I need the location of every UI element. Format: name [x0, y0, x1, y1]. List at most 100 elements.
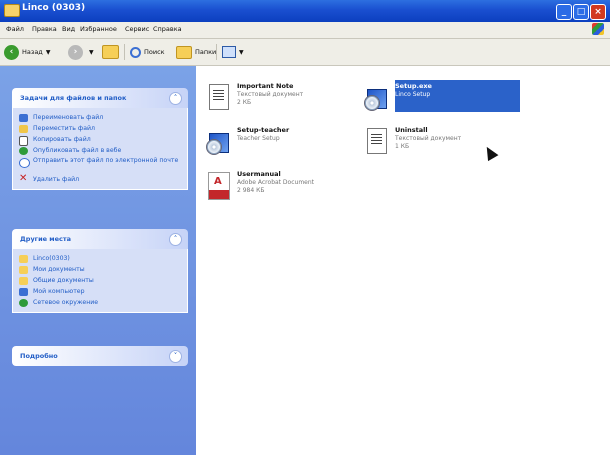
file-type: Текстовый документ: [395, 135, 462, 142]
file-name: Usermanual: [237, 170, 281, 178]
task-publish[interactable]: Опубликовать файл в вебе: [19, 145, 181, 156]
windows-logo-icon: [592, 23, 604, 35]
pdf-icon: A: [204, 170, 232, 202]
forward-button[interactable]: › ▼: [68, 43, 94, 61]
mouse-cursor-icon: [481, 143, 499, 162]
place-my-computer[interactable]: Мой компьютер: [19, 286, 181, 297]
task-label: Переместить файл: [33, 125, 95, 132]
chevron-down-icon: ▼: [239, 48, 244, 56]
search-label: Поиск: [144, 48, 165, 56]
file-name: Important Note: [237, 82, 294, 90]
chevron-down-icon: ▼: [45, 48, 51, 56]
file-tasks-header[interactable]: Задачи для файлов и папок ˄: [12, 88, 188, 108]
text-document-icon: [204, 82, 232, 114]
close-button[interactable]: ×: [590, 4, 606, 20]
folder-icon: [4, 4, 20, 17]
delete-icon: ✕: [19, 173, 28, 184]
back-label: Назад: [22, 48, 43, 56]
file-type: Текстовый документ: [237, 91, 304, 98]
collapse-icon[interactable]: ˄: [169, 233, 182, 246]
task-pane: Задачи для файлов и папок ˄ Переименоват…: [0, 66, 196, 455]
place-shared-documents[interactable]: Общие документы: [19, 275, 181, 286]
other-places-title: Другие места: [20, 235, 72, 243]
file-size: 2 КБ: [237, 99, 252, 106]
explorer-window: Linco (0303) _ □ × Файл Правка Вид Избра…: [0, 0, 610, 455]
search-button[interactable]: Поиск: [130, 43, 165, 61]
details-header[interactable]: Подробно ˅: [12, 346, 188, 366]
window-title: Linco (0303): [22, 3, 86, 13]
chevron-down-icon: ▼: [89, 48, 94, 56]
forward-arrow-icon: ›: [68, 44, 83, 60]
file-name: Setup.exe: [395, 82, 432, 90]
menu-edit[interactable]: Правка: [32, 25, 57, 33]
task-label: Отправить этот файл по электронной почте: [33, 157, 179, 164]
file-type: Adobe Acrobat Document: [237, 179, 315, 186]
search-icon: [130, 46, 141, 58]
file-tasks-title: Задачи для файлов и папок: [20, 94, 127, 102]
task-rename[interactable]: Переименовать файл: [19, 112, 181, 123]
toolbar-separator: [216, 44, 217, 60]
menu-view[interactable]: Вид: [62, 25, 75, 33]
computer-icon: [19, 288, 28, 296]
task-move[interactable]: Переместить файл: [19, 123, 181, 134]
email-icon: [19, 158, 30, 168]
place-label: Сетевое окружение: [33, 299, 99, 306]
other-places-panel: Другие места ˄ Linco(0303) Мои документы…: [12, 229, 188, 313]
rename-icon: [19, 114, 28, 122]
maximize-button[interactable]: □: [573, 4, 589, 20]
task-email[interactable]: Отправить этот файл по электронной почте: [19, 156, 181, 174]
task-label: Опубликовать файл в вебе: [33, 147, 122, 154]
file-type: Linco Setup: [395, 91, 431, 98]
title-bar[interactable]: Linco (0303) _ □ ×: [0, 0, 610, 22]
file-size: 2 984 КБ: [237, 187, 265, 194]
file-list: Important Note Текстовый документ 2 КБ S…: [196, 66, 610, 455]
other-places-header[interactable]: Другие места ˄: [12, 229, 188, 249]
views-icon: [222, 46, 236, 58]
place-my-documents[interactable]: Мои документы: [19, 264, 181, 275]
file-name: Setup-teacher: [237, 126, 290, 134]
network-icon: [19, 299, 28, 307]
place-label: Linco(0303): [33, 255, 70, 262]
expand-icon[interactable]: ˅: [169, 350, 182, 363]
my-documents-icon: [19, 266, 28, 274]
menu-bar: Файл Правка Вид Избранное Сервис Справка: [0, 22, 610, 39]
task-label: Копировать файл: [33, 136, 91, 143]
folder-icon: [19, 255, 28, 263]
up-folder-button[interactable]: [102, 43, 119, 61]
shared-documents-icon: [19, 277, 28, 285]
toolbar-separator: [124, 44, 125, 60]
file-tasks-panel: Задачи для файлов и папок ˄ Переименоват…: [12, 88, 188, 190]
file-tasks-body: Переименовать файл Переместить файл Копи…: [12, 108, 188, 190]
views-button[interactable]: ▼: [222, 43, 244, 61]
task-copy[interactable]: Копировать файл: [19, 134, 181, 146]
task-label: Удалить файл: [33, 176, 80, 183]
folders-button[interactable]: Папки: [176, 43, 216, 61]
globe-icon: [19, 147, 28, 155]
file-type: Teacher Setup: [237, 135, 280, 142]
folders-label: Папки: [195, 48, 217, 56]
details-panel: Подробно ˅: [12, 346, 188, 366]
menu-favorites[interactable]: Избранное: [80, 25, 117, 33]
toolbar: ‹ Назад ▼ › ▼ Поиск Папки ▼: [0, 39, 610, 66]
task-delete[interactable]: ✕ Удалить файл: [19, 174, 181, 185]
file-size: 1 КБ: [395, 143, 410, 150]
back-button[interactable]: ‹ Назад ▼: [4, 43, 50, 61]
back-arrow-icon: ‹: [4, 44, 19, 60]
collapse-icon[interactable]: ˄: [169, 92, 182, 105]
menu-help[interactable]: Справка: [153, 25, 182, 33]
minimize-button[interactable]: _: [556, 4, 572, 20]
folders-icon: [176, 45, 192, 59]
file-name: Uninstall: [395, 126, 428, 134]
text-document-icon: [362, 126, 390, 158]
move-icon: [19, 125, 28, 133]
menu-file[interactable]: Файл: [6, 25, 24, 33]
place-network[interactable]: Сетевое окружение: [19, 297, 181, 308]
place-label: Мои документы: [33, 266, 85, 273]
up-folder-icon: [102, 45, 119, 59]
setup-icon: [362, 82, 390, 114]
place-linco[interactable]: Linco(0303): [19, 253, 181, 264]
place-label: Общие документы: [33, 277, 94, 284]
other-places-body: Linco(0303) Мои документы Общие документ…: [12, 249, 188, 313]
menu-tools[interactable]: Сервис: [125, 25, 149, 33]
details-title: Подробно: [20, 352, 58, 360]
